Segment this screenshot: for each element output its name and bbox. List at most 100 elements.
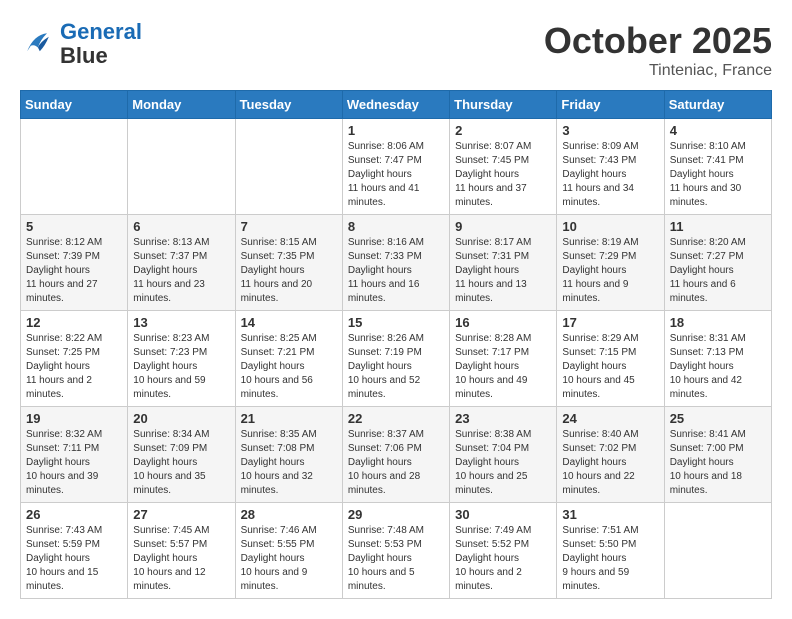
day-number: 21: [241, 411, 337, 426]
logo-text: General Blue: [60, 20, 142, 68]
logo-icon: [20, 26, 56, 62]
day-info: Sunrise: 8:17 AMSunset: 7:31 PMDaylight …: [455, 236, 551, 306]
calendar-cell: 9 Sunrise: 8:17 AMSunset: 7:31 PMDaylight…: [450, 215, 557, 311]
calendar-cell: 16 Sunrise: 8:28 AMSunset: 7:17 PMDayligh…: [450, 311, 557, 407]
day-info: Sunrise: 8:19 AMSunset: 7:29 PMDaylight …: [562, 236, 658, 306]
calendar-cell: 27 Sunrise: 7:45 AMSunset: 5:57 PMDayligh…: [128, 503, 235, 599]
day-info: Sunrise: 8:20 AMSunset: 7:27 PMDaylight …: [670, 236, 766, 306]
location: Tinteniac, France: [544, 62, 772, 80]
day-number: 27: [133, 507, 229, 522]
calendar-cell: [21, 119, 128, 215]
day-info: Sunrise: 8:22 AMSunset: 7:25 PMDaylight …: [26, 332, 122, 402]
calendar-cell: 26 Sunrise: 7:43 AMSunset: 5:59 PMDayligh…: [21, 503, 128, 599]
calendar-cell: 29 Sunrise: 7:48 AMSunset: 5:53 PMDayligh…: [342, 503, 449, 599]
calendar-cell: 28Sunrise: 7:46 AMSunset: 5:55 PMDayligh…: [235, 503, 342, 599]
calendar-week-row: 1 Sunrise: 8:06 AMSunset: 7:47 PMDaylight…: [21, 119, 772, 215]
day-info: Sunrise: 8:10 AMSunset: 7:41 PMDaylight …: [670, 140, 766, 210]
calendar-cell: 10 Sunrise: 8:19 AMSunset: 7:29 PMDayligh…: [557, 215, 664, 311]
day-number: 23: [455, 411, 551, 426]
day-number: 18: [670, 315, 766, 330]
calendar-cell: 7Sunrise: 8:15 AMSunset: 7:35 PMDaylight…: [235, 215, 342, 311]
day-number: 10: [562, 219, 658, 234]
day-info: Sunrise: 8:31 AMSunset: 7:13 PMDaylight …: [670, 332, 766, 402]
calendar-week-row: 26 Sunrise: 7:43 AMSunset: 5:59 PMDayligh…: [21, 503, 772, 599]
day-number: 12: [26, 315, 122, 330]
day-info: Sunrise: 8:29 AMSunset: 7:15 PMDaylight …: [562, 332, 658, 402]
calendar-cell: 23 Sunrise: 8:38 AMSunset: 7:04 PMDayligh…: [450, 407, 557, 503]
day-info: Sunrise: 7:45 AMSunset: 5:57 PMDaylight …: [133, 524, 229, 594]
calendar-cell: 12 Sunrise: 8:22 AMSunset: 7:25 PMDayligh…: [21, 311, 128, 407]
day-info: Sunrise: 8:40 AMSunset: 7:02 PMDaylight …: [562, 428, 658, 498]
day-info: Sunrise: 7:43 AMSunset: 5:59 PMDaylight …: [26, 524, 122, 594]
day-number: 3: [562, 123, 658, 138]
day-number: 17: [562, 315, 658, 330]
day-info: Sunrise: 8:37 AMSunset: 7:06 PMDaylight …: [348, 428, 444, 498]
calendar-cell: 15Sunrise: 8:26 AMSunset: 7:19 PMDayligh…: [342, 311, 449, 407]
calendar-week-row: 19Sunrise: 8:32 AMSunset: 7:11 PMDayligh…: [21, 407, 772, 503]
day-info: Sunrise: 7:51 AMSunset: 5:50 PMDaylight …: [562, 524, 658, 594]
day-number: 7: [241, 219, 337, 234]
calendar-cell: 25 Sunrise: 8:41 AMSunset: 7:00 PMDayligh…: [664, 407, 771, 503]
page-header: General Blue October 2025 Tinteniac, Fra…: [20, 20, 772, 80]
weekday-header: Friday: [557, 91, 664, 119]
day-number: 25: [670, 411, 766, 426]
calendar-cell: 11Sunrise: 8:20 AMSunset: 7:27 PMDayligh…: [664, 215, 771, 311]
calendar-cell: [235, 119, 342, 215]
day-info: Sunrise: 8:09 AMSunset: 7:43 PMDaylight …: [562, 140, 658, 210]
day-number: 22: [348, 411, 444, 426]
weekday-header: Saturday: [664, 91, 771, 119]
weekday-header: Wednesday: [342, 91, 449, 119]
calendar-week-row: 12 Sunrise: 8:22 AMSunset: 7:25 PMDayligh…: [21, 311, 772, 407]
day-info: Sunrise: 8:28 AMSunset: 7:17 PMDaylight …: [455, 332, 551, 402]
day-number: 14: [241, 315, 337, 330]
calendar-cell: 5 Sunrise: 8:12 AMSunset: 7:39 PMDaylight…: [21, 215, 128, 311]
calendar-cell: 17 Sunrise: 8:29 AMSunset: 7:15 PMDayligh…: [557, 311, 664, 407]
day-info: Sunrise: 8:06 AMSunset: 7:47 PMDaylight …: [348, 140, 444, 210]
calendar-cell: 8 Sunrise: 8:16 AMSunset: 7:33 PMDaylight…: [342, 215, 449, 311]
weekday-header: Monday: [128, 91, 235, 119]
calendar-week-row: 5 Sunrise: 8:12 AMSunset: 7:39 PMDaylight…: [21, 215, 772, 311]
day-number: 26: [26, 507, 122, 522]
logo-general: General: [60, 19, 142, 44]
calendar-table: SundayMondayTuesdayWednesdayThursdayFrid…: [20, 90, 772, 599]
day-number: 31: [562, 507, 658, 522]
day-number: 24: [562, 411, 658, 426]
day-info: Sunrise: 8:38 AMSunset: 7:04 PMDaylight …: [455, 428, 551, 498]
day-number: 4: [670, 123, 766, 138]
day-info: Sunrise: 8:25 AMSunset: 7:21 PMDaylight …: [241, 332, 337, 402]
day-info: Sunrise: 8:35 AMSunset: 7:08 PMDaylight …: [241, 428, 337, 498]
calendar-cell: 14 Sunrise: 8:25 AMSunset: 7:21 PMDayligh…: [235, 311, 342, 407]
calendar-cell: 21 Sunrise: 8:35 AMSunset: 7:08 PMDayligh…: [235, 407, 342, 503]
calendar-cell: [664, 503, 771, 599]
day-number: 1: [348, 123, 444, 138]
day-number: 13: [133, 315, 229, 330]
calendar-cell: 24 Sunrise: 8:40 AMSunset: 7:02 PMDayligh…: [557, 407, 664, 503]
weekday-header: Tuesday: [235, 91, 342, 119]
day-info: Sunrise: 8:16 AMSunset: 7:33 PMDaylight …: [348, 236, 444, 306]
day-number: 16: [455, 315, 551, 330]
day-info: Sunrise: 8:41 AMSunset: 7:00 PMDaylight …: [670, 428, 766, 498]
day-number: 8: [348, 219, 444, 234]
calendar-cell: [128, 119, 235, 215]
day-info: Sunrise: 8:23 AMSunset: 7:23 PMDaylight …: [133, 332, 229, 402]
day-number: 9: [455, 219, 551, 234]
calendar-cell: 1 Sunrise: 8:06 AMSunset: 7:47 PMDaylight…: [342, 119, 449, 215]
day-info: Sunrise: 8:07 AMSunset: 7:45 PMDaylight …: [455, 140, 551, 210]
day-number: 30: [455, 507, 551, 522]
weekday-header: Sunday: [21, 91, 128, 119]
calendar-cell: 2 Sunrise: 8:07 AMSunset: 7:45 PMDaylight…: [450, 119, 557, 215]
day-number: 5: [26, 219, 122, 234]
day-info: Sunrise: 7:46 AMSunset: 5:55 PMDaylight …: [241, 524, 337, 594]
day-number: 29: [348, 507, 444, 522]
day-info: Sunrise: 7:49 AMSunset: 5:52 PMDaylight …: [455, 524, 551, 594]
day-info: Sunrise: 7:48 AMSunset: 5:53 PMDaylight …: [348, 524, 444, 594]
day-info: Sunrise: 8:26 AMSunset: 7:19 PMDaylight …: [348, 332, 444, 402]
day-info: Sunrise: 8:12 AMSunset: 7:39 PMDaylight …: [26, 236, 122, 306]
calendar-cell: 18 Sunrise: 8:31 AMSunset: 7:13 PMDayligh…: [664, 311, 771, 407]
day-info: Sunrise: 8:13 AMSunset: 7:37 PMDaylight …: [133, 236, 229, 306]
weekday-header: Thursday: [450, 91, 557, 119]
weekday-header-row: SundayMondayTuesdayWednesdayThursdayFrid…: [21, 91, 772, 119]
day-number: 2: [455, 123, 551, 138]
logo-blue: Blue: [60, 43, 108, 68]
calendar-cell: 19Sunrise: 8:32 AMSunset: 7:11 PMDayligh…: [21, 407, 128, 503]
